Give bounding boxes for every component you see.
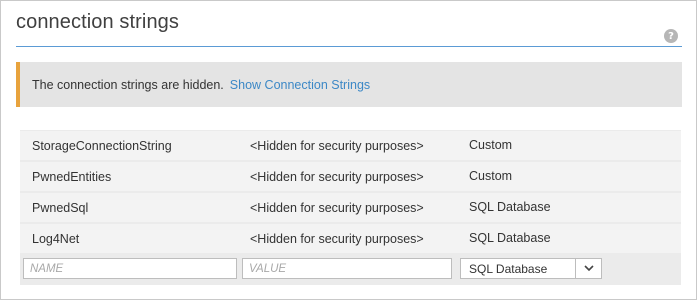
new-entry-row: SQL Database xyxy=(20,256,681,285)
row-type: Custom xyxy=(469,169,513,183)
hidden-notice: The connection strings are hidden. Show … xyxy=(16,62,682,107)
type-select-value: SQL Database xyxy=(469,262,548,276)
row-value: <Hidden for security purposes> xyxy=(250,139,424,153)
row-type: SQL Database xyxy=(469,200,551,214)
show-connection-strings-link[interactable]: Show Connection Strings xyxy=(230,78,370,92)
row-type: Custom xyxy=(469,138,513,152)
table-row[interactable]: PwnedEntities <Hidden for security purpo… xyxy=(20,162,681,191)
row-type: SQL Database xyxy=(469,231,551,245)
type-select[interactable]: SQL Database xyxy=(460,258,602,279)
select-divider xyxy=(575,259,576,278)
help-icon[interactable]: ? xyxy=(664,29,678,43)
row-name: StorageConnectionString xyxy=(32,139,172,153)
row-value: <Hidden for security purposes> xyxy=(250,170,424,184)
chevron-down-icon[interactable] xyxy=(583,263,595,273)
name-input[interactable] xyxy=(23,258,237,279)
row-value: <Hidden for security purposes> xyxy=(250,232,424,246)
row-name: Log4Net xyxy=(32,232,80,246)
title-divider xyxy=(16,46,682,47)
table-row[interactable]: Log4Net <Hidden for security purposes> S… xyxy=(20,224,681,253)
value-input[interactable] xyxy=(242,258,452,279)
table-row[interactable]: StorageConnectionString <Hidden for secu… xyxy=(20,131,681,160)
table-row[interactable]: PwnedSql <Hidden for security purposes> … xyxy=(20,193,681,222)
row-name: PwnedSql xyxy=(32,201,89,215)
notice-text: The connection strings are hidden. xyxy=(32,77,224,92)
row-value: <Hidden for security purposes> xyxy=(250,201,424,215)
page-title: connection strings xyxy=(16,11,180,33)
connection-strings-panel: connection strings ? The connection stri… xyxy=(0,0,697,300)
connection-strings-table: StorageConnectionString <Hidden for secu… xyxy=(20,130,681,285)
row-name: PwnedEntities xyxy=(32,170,112,184)
